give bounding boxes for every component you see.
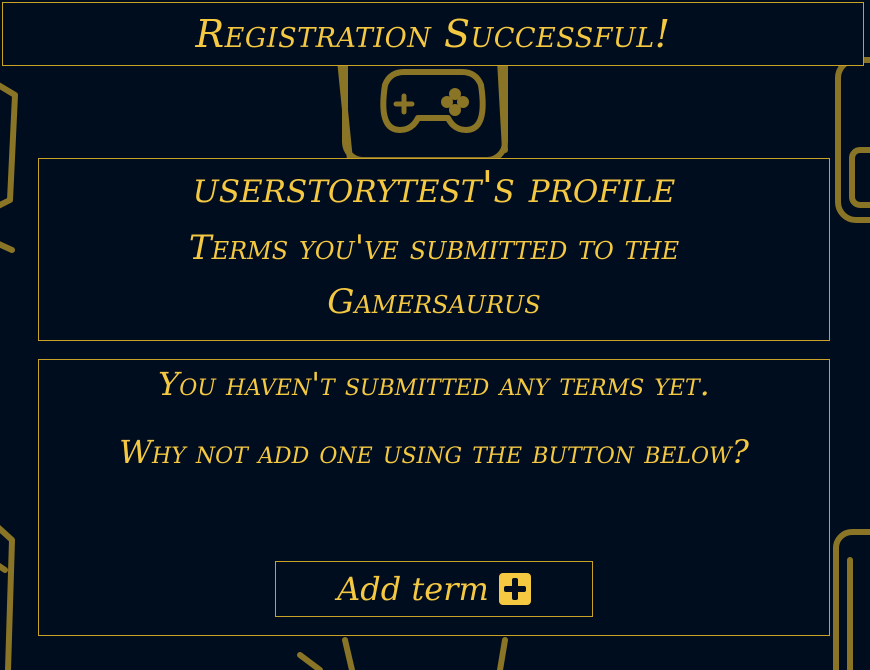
handheld-console-icon — [835, 57, 870, 223]
submitted-terms-card: You haven't submitted any terms yet. Why… — [38, 359, 830, 636]
handheld-console-icon — [833, 529, 870, 670]
plus-square-icon — [498, 573, 531, 605]
add-term-prompt: Why not add one using the button below? — [119, 433, 749, 471]
profile-header-card: userstorytest's profile Terms you've sub… — [38, 158, 830, 341]
handheld-console-icon — [0, 525, 15, 670]
gamepad-icon — [380, 69, 486, 133]
empty-terms-message: You haven't submitted any terms yet. — [158, 365, 710, 403]
add-term-button[interactable]: Add term — [275, 561, 593, 617]
handheld-console-icon — [0, 82, 18, 253]
handheld-console-icon — [297, 637, 508, 670]
profile-title: userstorytest's profile — [192, 162, 676, 213]
profile-subtitle: Terms you've submitted to the Gamersauru… — [188, 228, 680, 322]
flash-message: Registration Successful! — [2, 2, 864, 66]
add-term-button-label: Add term — [337, 570, 489, 608]
flash-message-text: Registration Successful! — [195, 12, 671, 56]
